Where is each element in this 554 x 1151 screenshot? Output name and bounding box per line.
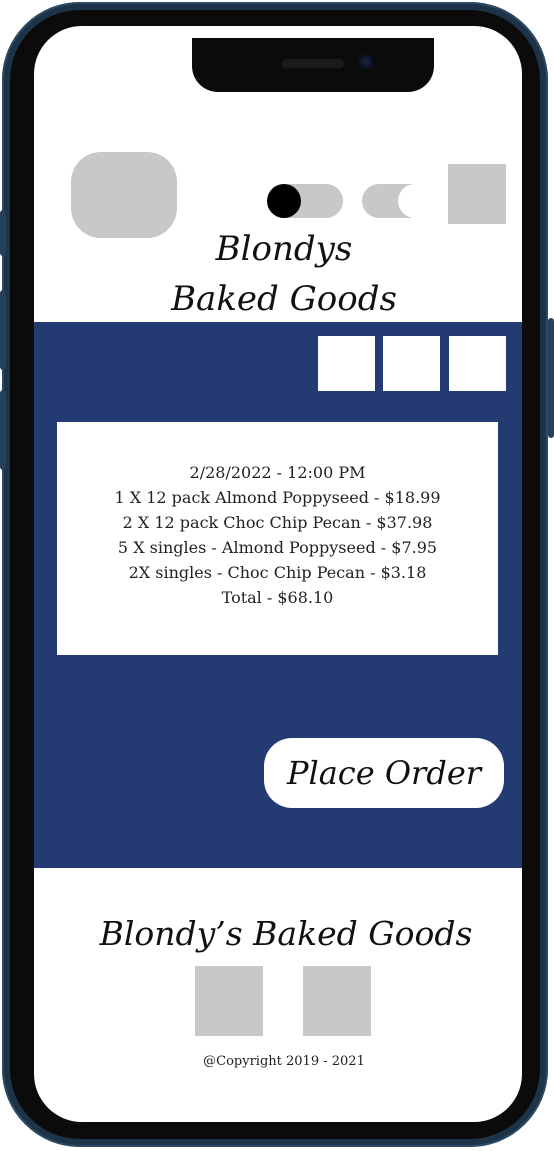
notch [192,38,434,92]
light-mode-toggle[interactable] [362,184,432,218]
nav-button[interactable] [383,336,440,391]
nav-button[interactable] [318,336,375,391]
phone-side-button [548,318,554,438]
place-order-button[interactable]: Place Order [264,738,504,808]
dark-mode-toggle[interactable] [267,184,343,218]
speaker-grille [282,59,344,68]
footer-title: Blondy’s Baked Goods [99,914,473,953]
phone-side-button [0,210,6,256]
order-total: Total - $68.10 [221,588,334,607]
social-link[interactable] [303,966,371,1036]
order-summary: 2/28/2022 - 12:00 PM 1 X 12 pack Almond … [57,422,498,655]
toggle-knob [398,184,432,218]
main-content: 2/28/2022 - 12:00 PM 1 X 12 pack Almond … [34,322,522,868]
camera-icon [359,55,373,69]
order-date-time: 2/28/2022 - 12:00 PM [189,463,366,482]
order-item: 2 X 12 pack Choc Chip Pecan - $37.98 [122,513,433,532]
brand-title: Blondys Baked Goods [34,224,522,324]
phone-side-button [0,390,6,470]
phone-side-button [0,290,6,370]
toggle-knob [267,184,301,218]
brand-title-line: Baked Goods [171,279,397,319]
nav-button[interactable] [449,336,506,391]
copyright-text: @Copyright 2019 - 2021 [203,1054,365,1069]
order-item: 1 X 12 pack Almond Poppyseed - $18.99 [114,488,441,507]
order-item: 5 X singles - Almond Poppyseed - $7.95 [117,538,438,557]
brand-title-line: Blondys [215,229,353,269]
phone-screen: Blondys Baked Goods 2/28/2022 - 12:00 PM… [34,26,522,1122]
social-link[interactable] [195,966,263,1036]
order-item: 2X singles - Choc Chip Pecan - $3.18 [128,563,427,582]
header-icon-button[interactable] [448,164,506,224]
